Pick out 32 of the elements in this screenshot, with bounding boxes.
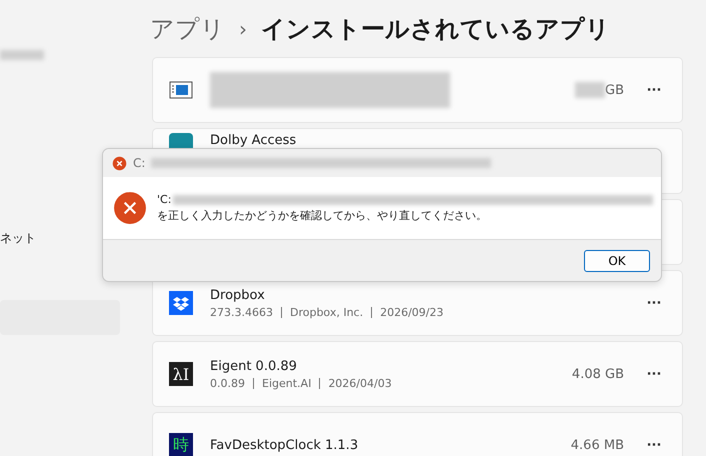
more-button[interactable]: ··· bbox=[642, 438, 666, 452]
app-date: 2026/04/03 bbox=[328, 376, 392, 390]
dialog-title: C: bbox=[133, 156, 146, 170]
app-size: 4.08 GB bbox=[572, 366, 624, 382]
app-date: 2026/09/23 bbox=[380, 306, 444, 318]
breadcrumb-link[interactable]: アプリ bbox=[150, 12, 225, 44]
error-message: を正しく入力したかどうかを確認してから、やり直してください。 bbox=[157, 208, 488, 223]
redacted-text bbox=[0, 50, 44, 60]
app-name: FavDesktopClock 1.1.3 bbox=[210, 438, 360, 452]
app-icon: λI bbox=[169, 362, 193, 386]
breadcrumb-separator: › bbox=[239, 16, 247, 40]
error-icon bbox=[113, 191, 147, 225]
app-size: GB bbox=[605, 82, 624, 98]
app-size: 4.66 MB bbox=[570, 438, 624, 452]
redacted-text bbox=[575, 82, 605, 98]
app-name: Dolby Access bbox=[210, 133, 298, 148]
app-version: 0.0.89 bbox=[210, 376, 245, 390]
app-publisher: Dropbox, Inc. bbox=[290, 306, 364, 318]
app-publisher: Eigent.AI bbox=[262, 376, 312, 390]
more-button[interactable]: ··· bbox=[642, 296, 666, 310]
ok-button[interactable]: OK bbox=[584, 250, 650, 272]
app-name: Dropbox bbox=[210, 288, 266, 302]
app-name: Eigent 0.0.89 bbox=[210, 358, 298, 374]
sidebar-item[interactable]: ネット bbox=[0, 230, 36, 247]
more-button[interactable]: ··· bbox=[642, 82, 666, 98]
more-button[interactable]: ··· bbox=[642, 366, 666, 382]
app-icon: 時 bbox=[169, 433, 193, 456]
app-version: 273.3.4663 bbox=[210, 306, 273, 318]
page-title: インストールされているアプリ bbox=[261, 14, 610, 44]
error-message: 'C: bbox=[157, 193, 172, 206]
box-icon bbox=[169, 291, 193, 315]
error-icon bbox=[112, 156, 127, 170]
